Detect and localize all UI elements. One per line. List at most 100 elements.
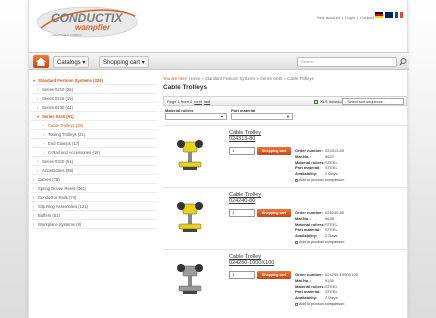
excel-icon xyxy=(314,99,318,104)
sidebar-item[interactable]: ▾ Series 0240 (91) xyxy=(31,112,157,121)
chevron-down-icon: ▼ xyxy=(220,114,224,119)
product-link[interactable]: Cable Trolley 024313-80 xyxy=(229,130,309,142)
sidebar-item-label: Buffers (51) xyxy=(38,213,60,218)
sidebar-item[interactable]: › Slip Ring Assemblies (121) xyxy=(31,202,157,211)
germany-flag-icon[interactable] xyxy=(375,12,383,18)
breadcrumb-path[interactable]: Home » Standard Festoon Systems » Series… xyxy=(189,76,314,81)
sidebar-item[interactable]: › Towing Trolleys (21) xyxy=(31,130,157,139)
checkbox-icon[interactable] xyxy=(295,178,298,182)
product-row: Cable Trolley 024313-80 1 Shopping cart Orde… xyxy=(163,125,407,187)
sidebar-item[interactable]: › Workplace Systems (8) xyxy=(31,220,157,229)
add-to-comparison[interactable]: Add to product comparison xyxy=(295,240,344,244)
product-row: Cable Trolley 024240-80 1 Shopping cart Orde… xyxy=(163,187,407,249)
spec-value: STEEL xyxy=(325,227,338,233)
sidebar-item[interactable]: › Series 0215 (15) xyxy=(31,94,157,103)
category-sidebar: ▾ Standard Festoon Systems (329) › Series 0… xyxy=(31,76,157,229)
shopping-cart-menu[interactable]: Shopping cart ▾ xyxy=(99,56,149,68)
home-icon xyxy=(36,57,46,66)
add-to-cart-button[interactable]: Shopping cart xyxy=(257,147,291,155)
product-code: 024250-1000X100 xyxy=(229,260,275,266)
sidebar-item[interactable]: › Conductor Rails (74) xyxy=(31,193,157,202)
sidebar-item[interactable]: › C-Rail and Accessories (19) xyxy=(31,148,157,157)
sidebar-item[interactable]: ▾ Standard Festoon Systems (329) xyxy=(31,76,157,85)
sidebar-item[interactable]: › Series 0230 (44) xyxy=(31,103,157,112)
spec-value: 2 Days xyxy=(325,171,338,177)
breadcrumb: You are here: Home » Standard Festoon Sy… xyxy=(163,76,407,82)
next-page-link[interactable]: next xyxy=(194,99,202,104)
brand-logo[interactable]: CONDUCTIX wampfler A DELACHAUX COMPANY xyxy=(35,4,139,42)
product-code: 024313-80 xyxy=(229,136,256,142)
sidebar-item[interactable]: › Series 0310 (51) xyxy=(31,157,157,166)
quantity-input[interactable]: 1 xyxy=(229,271,255,279)
spec-value: 024240-80 xyxy=(325,210,345,215)
sidebar-item-label: Cable Trolleys (29) xyxy=(48,123,84,128)
sidebar-item-label: Slip Ring Assemblies (121) xyxy=(38,204,89,209)
spec-value: STEEL xyxy=(325,159,338,165)
spec-row: Availability: 2 Days xyxy=(295,171,344,177)
quantity-input[interactable]: 1 xyxy=(229,147,255,155)
product-list: Cable Trolley 024313-80 1 Shopping cart Orde… xyxy=(163,125,407,311)
product-image[interactable] xyxy=(169,134,217,174)
spec-value: 9130 xyxy=(325,277,334,283)
spec-key: Availability: xyxy=(295,295,318,301)
last-page-link[interactable]: last xyxy=(204,99,210,104)
link-your-account[interactable]: Your account xyxy=(317,15,340,20)
product-link[interactable]: Cable Trolley 024240-80 xyxy=(229,192,309,204)
sidebar-item[interactable]: › End Clamps (17) xyxy=(31,139,157,148)
spec-key: Availability: xyxy=(295,233,318,239)
sidebar-item[interactable]: › Series 0210 (25) xyxy=(31,85,157,94)
sidebar-item-label: Towing Trolleys (21) xyxy=(48,132,86,137)
compare-label: Add to product comparison xyxy=(299,302,345,306)
add-to-comparison[interactable]: Add to product comparison xyxy=(295,302,344,306)
add-to-cart-button[interactable]: Shopping cart xyxy=(257,271,291,279)
sidebar-item[interactable]: › Buffers (51) xyxy=(31,211,157,220)
sidebar-item-label: Series 0210 (25) xyxy=(42,87,73,92)
brand-tagline: A DELACHAUX COMPANY xyxy=(51,33,83,37)
page-indicator: Page 1 from 4 xyxy=(167,99,193,104)
pagination: Page 1 from 4 next last xyxy=(167,99,210,104)
product-specs: Order number: 024313-80 Mat.No.: 6637 Materi… xyxy=(295,148,344,177)
compare-label: Add to product comparison xyxy=(299,178,345,182)
product-specs: Order number: 024250-1000X100 Mat.No.: 9130… xyxy=(295,272,358,301)
spec-value: 2 Days xyxy=(325,295,338,301)
spec-value: STEEL xyxy=(325,165,338,171)
spec-value: 024313-80 xyxy=(325,148,345,153)
sidebar-item[interactable]: › Accessories (89) xyxy=(31,166,157,175)
sidebar-item[interactable]: › Cable Trolleys (29) xyxy=(31,121,157,130)
sidebar-item[interactable]: › Spring Driven Reels (361) xyxy=(31,184,157,193)
link-login[interactable]: Login xyxy=(345,15,355,20)
link-contact[interactable]: Contact xyxy=(360,15,374,20)
sidebar-item-label: Standard Festoon Systems (329) xyxy=(38,78,103,83)
checkbox-icon[interactable] xyxy=(295,302,298,306)
home-button[interactable] xyxy=(33,55,49,68)
checkbox-icon[interactable] xyxy=(295,240,298,244)
list-toolbar: Page 1 from 4 next last XLS download - S… xyxy=(163,96,407,106)
sidebar-item-label: Series 0240 (91) xyxy=(42,114,74,119)
sort-select[interactable]: - Select sort sequence - xyxy=(342,98,404,105)
spec-value: 6637 xyxy=(325,153,334,159)
sidebar-item-label: Cables (75) xyxy=(38,177,60,182)
search-input[interactable]: Search xyxy=(297,57,397,67)
quantity-input[interactable]: 1 xyxy=(229,209,255,217)
spec-value: STEEL xyxy=(325,289,338,295)
add-to-cart-button[interactable]: Shopping cart xyxy=(257,209,291,217)
language-flags xyxy=(375,12,404,18)
brand-sub: wampfler xyxy=(75,23,111,32)
page-title: Cable Trolleys xyxy=(163,84,208,91)
chevron-down-icon: ▼ xyxy=(286,114,290,119)
product-link[interactable]: Cable Trolley 024250-1000X100 xyxy=(229,254,309,266)
sidebar-item-label: Conductor Rails (74) xyxy=(38,195,77,200)
product-image[interactable] xyxy=(169,196,217,236)
add-to-comparison[interactable]: Add to product comparison xyxy=(295,178,344,182)
france-flag-icon[interactable] xyxy=(395,12,404,18)
product-code: 024240-80 xyxy=(229,198,256,204)
spec-key: Availability: xyxy=(295,171,318,177)
product-image[interactable] xyxy=(169,258,217,298)
filter-material-rollers-select[interactable]: ▼ xyxy=(165,113,227,120)
sidebar-item[interactable]: › Cables (75) xyxy=(31,175,157,184)
uk-flag-icon[interactable] xyxy=(385,12,393,18)
filter-part-material-select[interactable]: ▼ xyxy=(231,113,293,120)
spec-value: STEEL xyxy=(325,283,338,289)
search-icon[interactable] xyxy=(399,57,407,67)
catalogs-menu[interactable]: Catalogs ▾ xyxy=(53,56,90,68)
